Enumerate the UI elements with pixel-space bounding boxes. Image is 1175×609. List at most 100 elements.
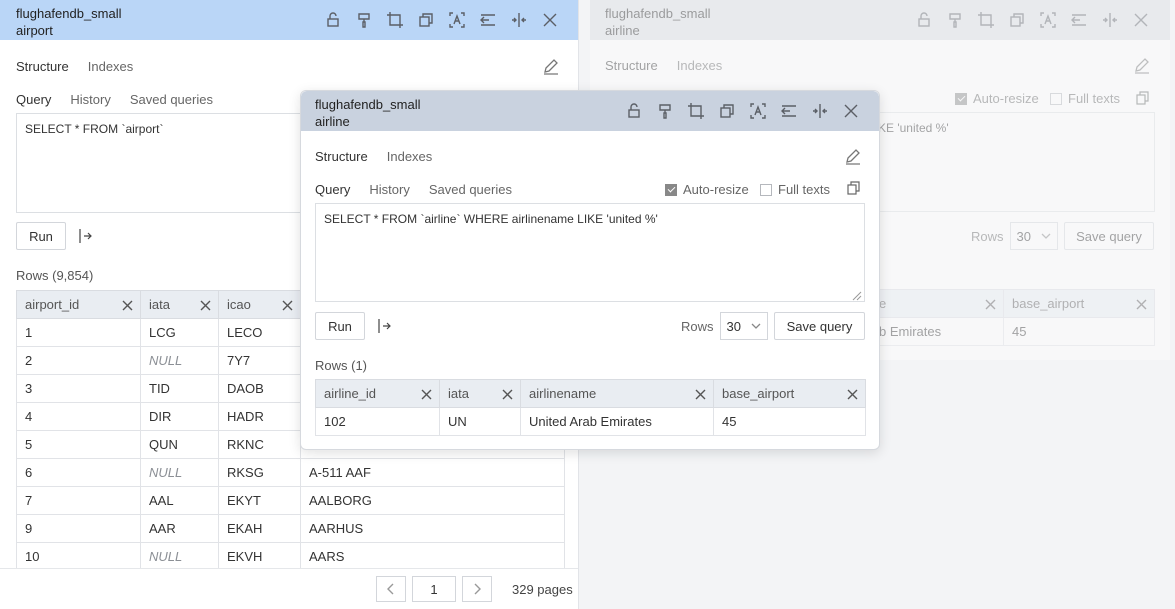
page-input[interactable]: 1 xyxy=(412,576,456,602)
indent-icon[interactable] xyxy=(773,91,804,131)
run-button[interactable]: Run xyxy=(16,222,66,250)
lock-open-icon[interactable] xyxy=(908,0,939,40)
column-header-base-airport[interactable]: base_airport xyxy=(713,379,866,408)
full-texts-checkbox[interactable] xyxy=(1050,92,1062,105)
tab-structure[interactable]: Structure xyxy=(16,59,69,74)
paint-brush-icon[interactable] xyxy=(348,0,379,40)
crop-icon[interactable] xyxy=(379,0,410,40)
cell[interactable]: LECO xyxy=(218,318,301,347)
close-icon[interactable] xyxy=(534,0,565,40)
close-icon[interactable] xyxy=(847,388,858,400)
paint-brush-icon[interactable] xyxy=(939,0,970,40)
column-header-airline-id[interactable]: airline_id xyxy=(315,379,440,408)
close-icon[interactable] xyxy=(835,91,866,131)
run-options-icon[interactable] xyxy=(377,316,393,336)
close-icon[interactable] xyxy=(1125,0,1156,40)
full-texts-option[interactable]: Full texts xyxy=(760,182,830,197)
tab-saved-queries[interactable]: Saved queries xyxy=(130,92,213,107)
cell[interactable]: NULL xyxy=(140,346,219,375)
tab-query[interactable]: Query xyxy=(315,182,350,197)
tab-structure[interactable]: Structure xyxy=(315,149,368,164)
column-header-airlinename[interactable]: e xyxy=(870,289,1004,318)
cell[interactable]: AALBORG xyxy=(300,486,565,515)
cell[interactable]: 7 xyxy=(16,486,141,515)
tab-saved-queries[interactable]: Saved queries xyxy=(429,182,512,197)
sql-editor[interactable]: KE 'united %' xyxy=(870,112,1155,212)
cell[interactable]: EKAH xyxy=(218,514,301,543)
table-row[interactable]: 6 NULL RKSG A-511 AAF xyxy=(16,458,565,487)
cell[interactable]: 45 xyxy=(1003,317,1155,346)
cell[interactable]: DAOB xyxy=(218,374,301,403)
table-row[interactable]: 9 AAR EKAH AARHUS xyxy=(16,514,565,543)
close-icon[interactable] xyxy=(122,299,133,311)
auto-resize-checkbox[interactable] xyxy=(665,183,677,196)
close-icon[interactable] xyxy=(421,388,432,400)
close-icon[interactable] xyxy=(502,388,513,400)
tab-indexes[interactable]: Indexes xyxy=(387,149,433,164)
resize-handle-icon[interactable] xyxy=(852,289,862,301)
crop-icon[interactable] xyxy=(680,91,711,131)
column-header-airlinename[interactable]: airlinename xyxy=(520,379,714,408)
cell[interactable]: 9 xyxy=(16,514,141,543)
lock-open-icon[interactable] xyxy=(317,0,348,40)
column-header-base-airport[interactable]: base_airport xyxy=(1003,289,1155,318)
next-page-button[interactable] xyxy=(462,576,492,602)
table-row[interactable]: 7 AAL EKYT AALBORG xyxy=(16,486,565,515)
cell[interactable]: RKSG xyxy=(218,458,301,487)
copy-icon[interactable] xyxy=(711,91,742,131)
cell[interactable]: b Emirates xyxy=(870,317,1004,346)
sql-editor[interactable]: SELECT * FROM `airline` WHERE airlinenam… xyxy=(315,203,865,302)
cell[interactable]: TID xyxy=(140,374,219,403)
cell[interactable]: RKNC xyxy=(218,430,301,459)
cell[interactable]: EKVH xyxy=(218,542,301,571)
cell[interactable]: 1 xyxy=(16,318,141,347)
cell[interactable]: 45 xyxy=(713,407,866,436)
full-texts-option[interactable]: Full texts xyxy=(1050,91,1120,106)
font-icon[interactable] xyxy=(742,91,773,131)
cell[interactable]: UN xyxy=(439,407,521,436)
cell[interactable]: DIR xyxy=(140,402,219,431)
cell[interactable]: A-511 AAF xyxy=(300,458,565,487)
table-row[interactable]: 10 NULL EKVH AARS xyxy=(16,542,565,571)
edit-icon[interactable] xyxy=(1133,56,1151,74)
lock-open-icon[interactable] xyxy=(618,91,649,131)
crop-icon[interactable] xyxy=(970,0,1001,40)
copy-icon[interactable] xyxy=(846,180,862,196)
column-header-airport-id[interactable]: airport_id xyxy=(16,290,141,319)
indent-icon[interactable] xyxy=(1063,0,1094,40)
cell[interactable]: AAL xyxy=(140,486,219,515)
cell[interactable]: 5 xyxy=(16,430,141,459)
font-icon[interactable] xyxy=(1032,0,1063,40)
cell[interactable]: 102 xyxy=(315,407,440,436)
table-row[interactable]: 102 UN United Arab Emirates 45 xyxy=(315,407,866,436)
cell[interactable]: 10 xyxy=(16,542,141,571)
table-row[interactable]: b Emirates 45 xyxy=(870,317,1155,346)
run-options-icon[interactable] xyxy=(78,226,94,246)
close-icon[interactable] xyxy=(282,299,293,311)
save-query-button[interactable]: Save query xyxy=(1064,222,1154,250)
auto-resize-option[interactable]: Auto-resize xyxy=(955,91,1039,106)
copy-icon[interactable] xyxy=(1135,90,1151,106)
auto-resize-option[interactable]: Auto-resize xyxy=(665,182,749,197)
split-icon[interactable] xyxy=(804,91,835,131)
tab-query[interactable]: Query xyxy=(16,92,51,107)
copy-icon[interactable] xyxy=(1001,0,1032,40)
paint-brush-icon[interactable] xyxy=(649,91,680,131)
cell[interactable]: NULL xyxy=(140,542,219,571)
split-icon[interactable] xyxy=(1094,0,1125,40)
cell[interactable]: AARHUS xyxy=(300,514,565,543)
close-icon[interactable] xyxy=(1136,298,1147,310)
column-header-iata[interactable]: iata xyxy=(439,379,521,408)
split-icon[interactable] xyxy=(503,0,534,40)
copy-icon[interactable] xyxy=(410,0,441,40)
cell[interactable]: AARS xyxy=(300,542,565,571)
run-button[interactable]: Run xyxy=(315,312,365,340)
edit-icon[interactable] xyxy=(542,57,560,75)
cell[interactable]: EKYT xyxy=(218,486,301,515)
font-icon[interactable] xyxy=(441,0,472,40)
prev-page-button[interactable] xyxy=(376,576,406,602)
close-icon[interactable] xyxy=(200,299,211,311)
cell[interactable]: NULL xyxy=(140,458,219,487)
column-header-icao[interactable]: icao xyxy=(218,290,301,319)
indent-icon[interactable] xyxy=(472,0,503,40)
